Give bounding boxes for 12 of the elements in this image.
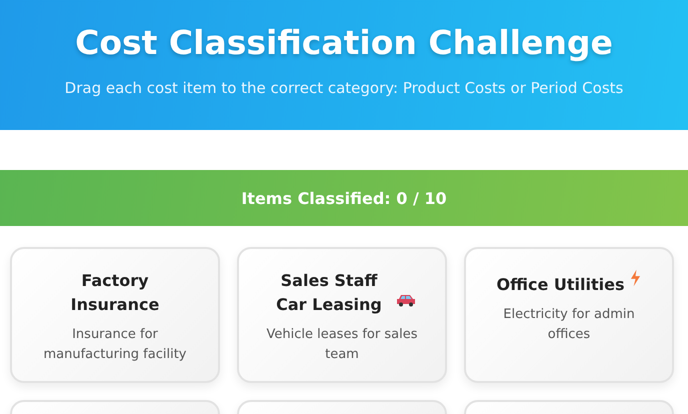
cost-item-description: Insurance for manufacturing facility xyxy=(42,326,188,364)
cost-item-description: Vehicle leases for sales team xyxy=(265,326,418,364)
page-title: Cost Classification Challenge xyxy=(75,22,613,64)
cost-item-card[interactable]: Factory Insurance Insurance for manufacturing facility xyxy=(10,247,220,383)
cost-item-card[interactable]: Office Utilities Electricity for admin offices xyxy=(464,247,674,383)
progress-text: Items Classified: 0 / 10 xyxy=(241,188,447,208)
cost-item-description: Electricity for admin offices xyxy=(502,306,636,344)
cost-item-title: Office Utilities xyxy=(496,274,624,296)
instructions-text: Drag each cost item to the correct category: Product Costs or Period Costs xyxy=(64,78,624,98)
cost-item-title: Factory Insurance xyxy=(70,270,160,316)
cost-item-card[interactable]: Sales Staff Car Leasing Vehicle leases for sales team xyxy=(237,247,447,383)
cost-item-title: Sales Staff Car Leasing xyxy=(275,270,383,316)
